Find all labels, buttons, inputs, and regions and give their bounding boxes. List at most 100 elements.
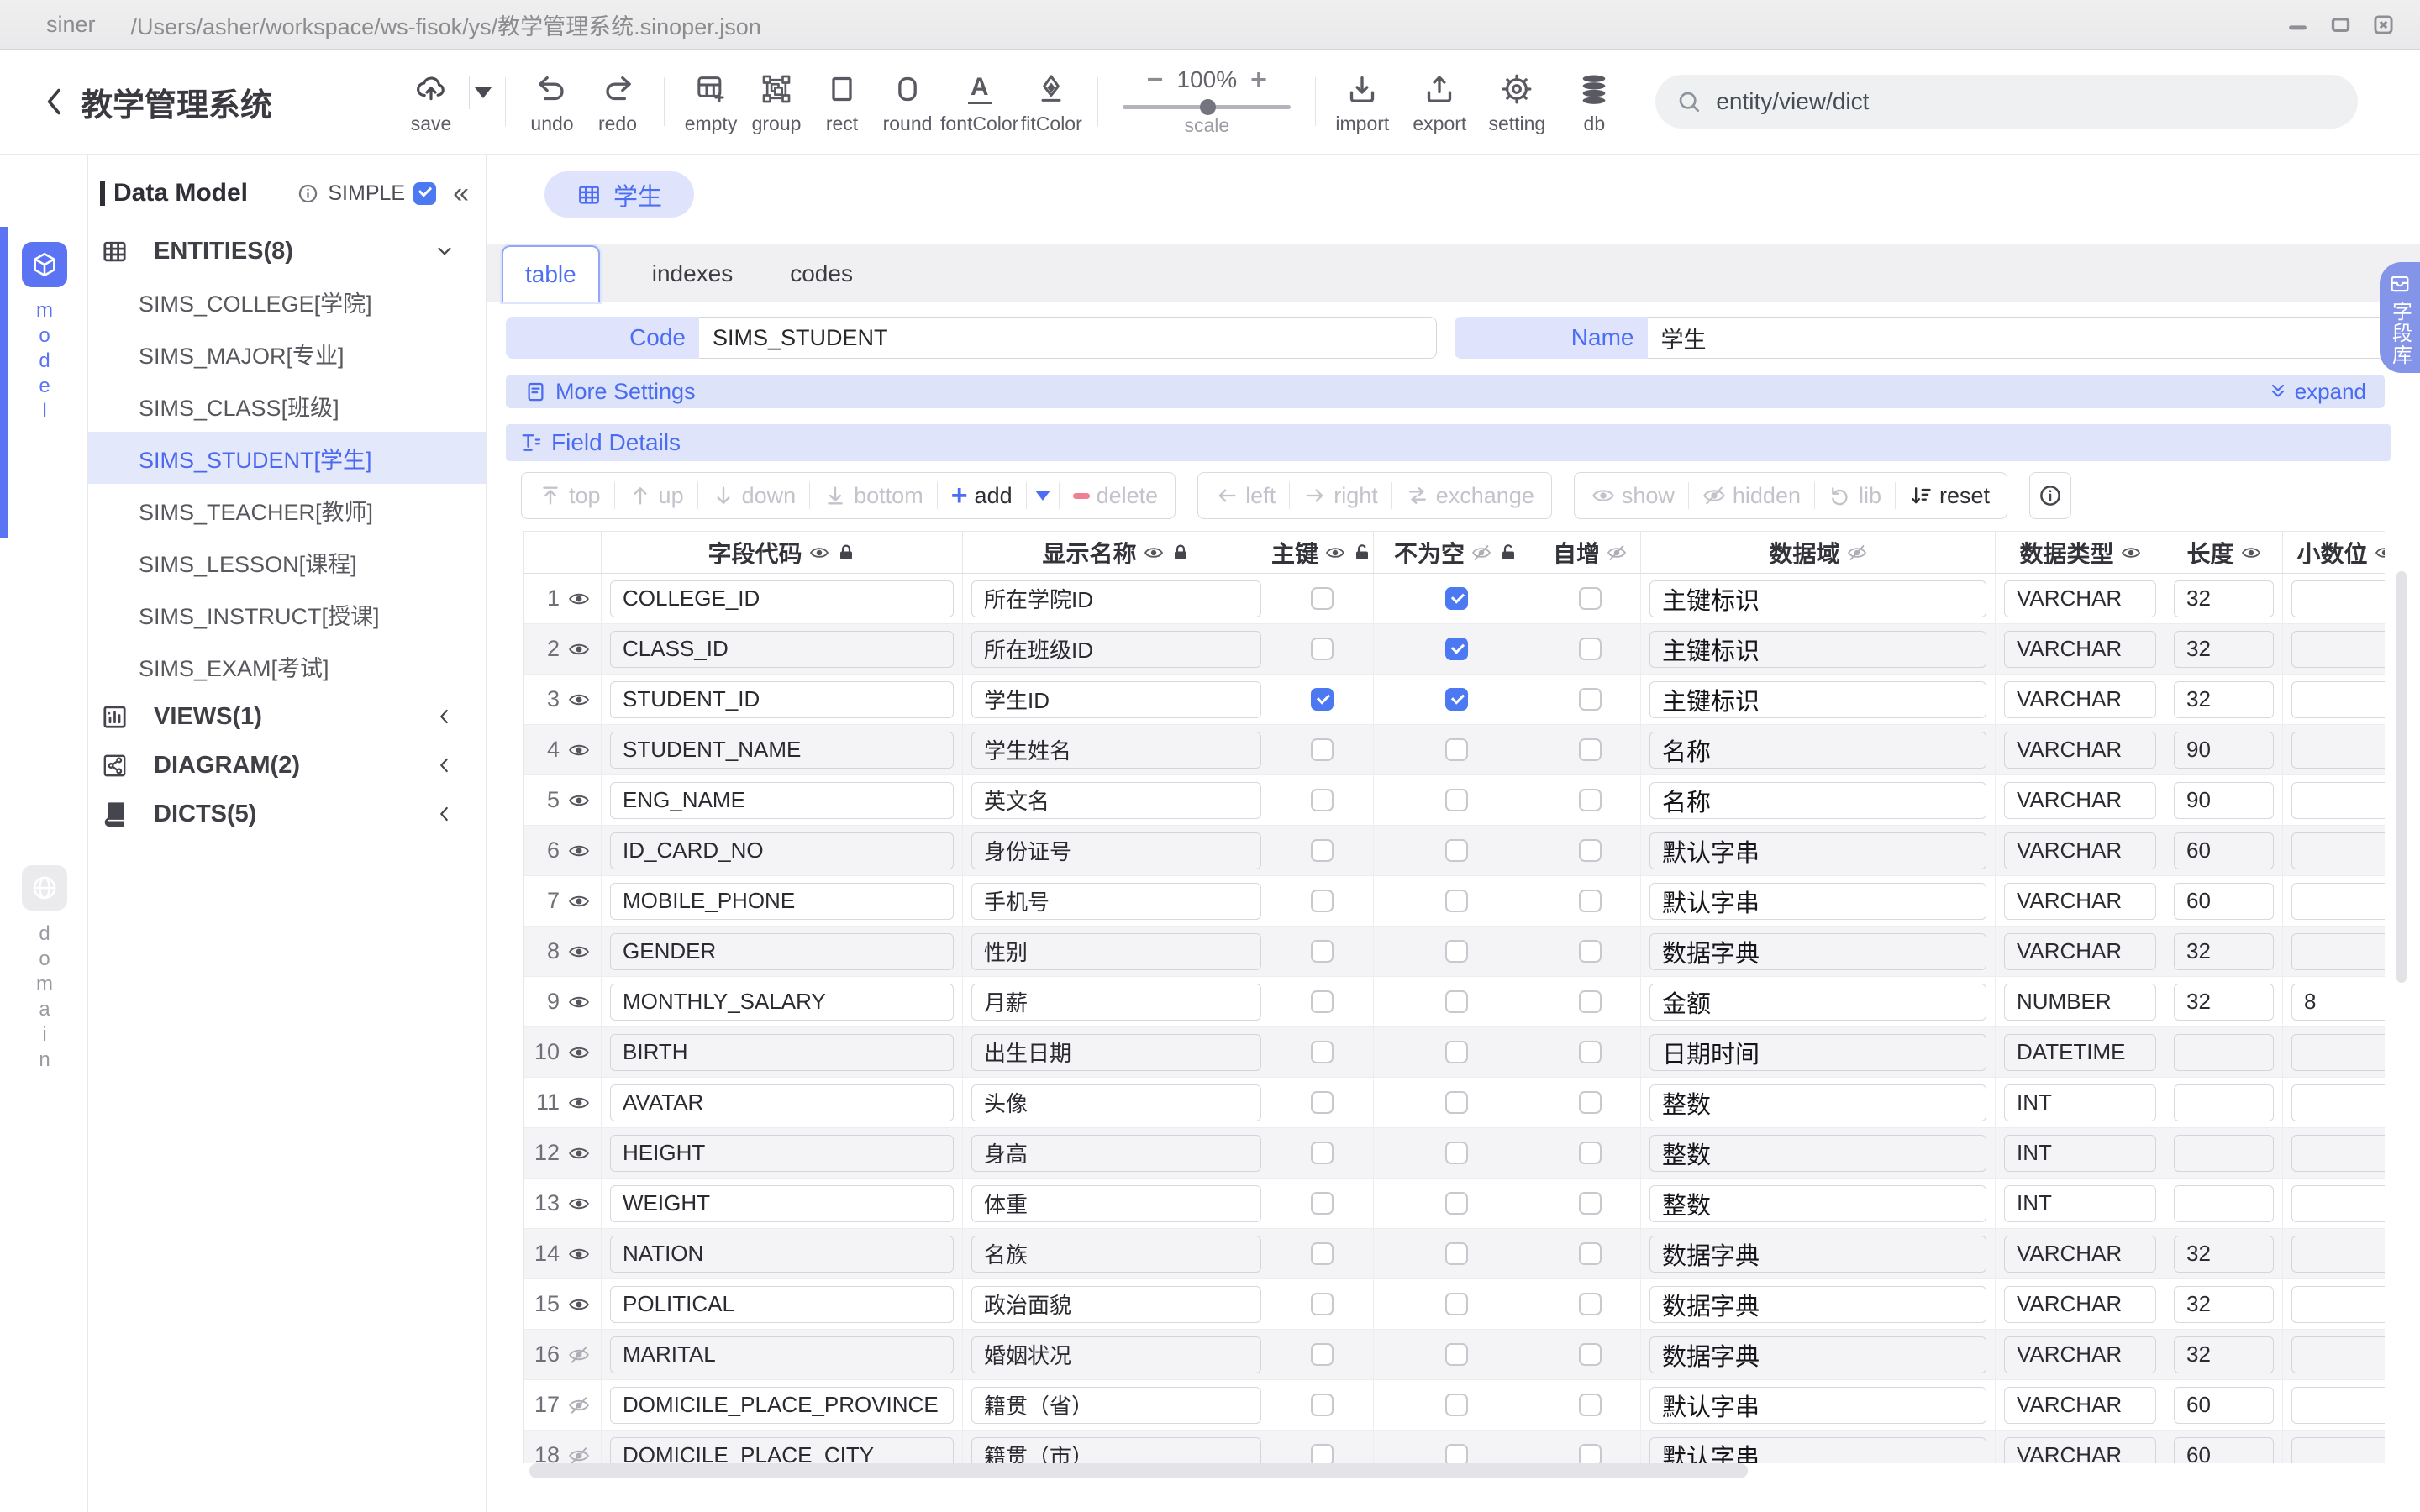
eye-icon[interactable] xyxy=(568,638,590,660)
eye-icon[interactable] xyxy=(568,890,590,912)
info-button[interactable] xyxy=(2029,472,2071,519)
checkbox[interactable] xyxy=(1579,1041,1602,1063)
eye-icon[interactable] xyxy=(568,1142,590,1164)
horizontal-scrollbar[interactable] xyxy=(529,1463,1748,1478)
checkbox[interactable] xyxy=(1311,1192,1334,1215)
sidebar-item-sims_exam[interactable]: SIMS_EXAM[考试] xyxy=(88,640,486,692)
checkbox[interactable] xyxy=(1311,688,1334,711)
fitColor-button[interactable]: fitColor xyxy=(1018,69,1084,135)
slider-knob[interactable] xyxy=(1200,99,1216,115)
field-library-tab[interactable]: 字段库 xyxy=(2380,262,2420,373)
code-input[interactable]: SIMS_STUDENT xyxy=(699,317,1437,359)
checkbox[interactable] xyxy=(1311,1444,1334,1463)
checkbox[interactable] xyxy=(1579,1091,1602,1114)
checkbox[interactable] xyxy=(1579,1192,1602,1215)
info-icon[interactable] xyxy=(297,182,319,205)
checkbox[interactable] xyxy=(1445,587,1468,610)
checkbox[interactable] xyxy=(1311,990,1334,1013)
delete-button[interactable]: delete xyxy=(1060,483,1172,509)
eye-icon[interactable] xyxy=(568,1042,590,1063)
checkbox[interactable] xyxy=(1579,1242,1602,1265)
eyeoff-icon[interactable] xyxy=(1471,543,1491,563)
rail-item-model[interactable]: model xyxy=(0,242,88,425)
maximize-icon[interactable] xyxy=(2329,13,2352,36)
checkbox[interactable] xyxy=(1311,1142,1334,1164)
checkbox[interactable] xyxy=(1311,1242,1334,1265)
sidebar-item-sims_class[interactable]: SIMS_CLASS[班级] xyxy=(88,380,486,432)
tab-codes[interactable]: codes xyxy=(781,260,861,287)
show-button[interactable]: show xyxy=(1578,483,1688,509)
unlock-icon[interactable] xyxy=(1352,543,1372,563)
eye-icon[interactable] xyxy=(568,1243,590,1265)
top-button[interactable]: top xyxy=(525,483,614,509)
sidebar-item-sims_lesson[interactable]: SIMS_LESSON[课程] xyxy=(88,536,486,588)
checkbox[interactable] xyxy=(1579,839,1602,862)
checkbox[interactable] xyxy=(1445,1091,1468,1114)
eye-icon[interactable] xyxy=(568,1294,590,1315)
chevron-left-icon[interactable] xyxy=(434,706,455,727)
lock-icon[interactable] xyxy=(836,543,856,563)
checkbox[interactable] xyxy=(1579,1293,1602,1315)
checkbox[interactable] xyxy=(1579,638,1602,660)
eye-icon[interactable] xyxy=(1144,543,1164,563)
search-box[interactable] xyxy=(1655,75,2358,129)
down-button[interactable]: down xyxy=(698,483,810,509)
undo-button[interactable]: undo xyxy=(519,69,585,135)
checkbox[interactable] xyxy=(1445,1394,1468,1416)
chevron-left-icon[interactable] xyxy=(434,803,455,825)
up-button[interactable]: up xyxy=(615,483,697,509)
checkbox[interactable] xyxy=(1579,738,1602,761)
eye-icon[interactable] xyxy=(568,1092,590,1114)
eyeoff-icon[interactable] xyxy=(1607,543,1627,563)
checkbox[interactable] xyxy=(1311,638,1334,660)
eye-icon[interactable] xyxy=(1325,543,1345,563)
search-input[interactable] xyxy=(1716,88,2304,115)
chevron-left-icon[interactable] xyxy=(434,754,455,776)
entity-tab-student[interactable]: 学生 xyxy=(544,171,694,218)
checkbox[interactable] xyxy=(1311,1041,1334,1063)
sidebar-section-diagram-2[interactable]: DIAGRAM(2) xyxy=(88,741,486,790)
sidebar-item-sims_major[interactable]: SIMS_MAJOR[专业] xyxy=(88,328,486,380)
bottom-button[interactable]: bottom xyxy=(810,483,937,509)
eye-icon[interactable] xyxy=(568,689,590,711)
hidden-button[interactable]: hidden xyxy=(1689,483,1814,509)
round-button[interactable]: round xyxy=(875,69,940,135)
checkbox[interactable] xyxy=(1445,1293,1468,1315)
checkbox[interactable] xyxy=(1445,990,1468,1013)
lib-button[interactable]: lib xyxy=(1815,483,1895,509)
sidebar-section-views-1[interactable]: VIEWS(1) xyxy=(88,692,486,741)
left-button[interactable]: left xyxy=(1202,483,1289,509)
close-icon[interactable] xyxy=(2372,13,2395,36)
checkbox[interactable] xyxy=(1579,1444,1602,1463)
chevron-down-icon[interactable] xyxy=(434,240,455,262)
checkbox[interactable] xyxy=(1311,1343,1334,1366)
checkbox[interactable] xyxy=(1445,890,1468,912)
eye-icon[interactable] xyxy=(568,739,590,761)
rect-button[interactable]: rect xyxy=(809,69,875,135)
checkbox[interactable] xyxy=(1445,789,1468,811)
checkbox[interactable] xyxy=(1445,1192,1468,1215)
simple-mode-checkbox[interactable] xyxy=(413,182,436,205)
eye-off-icon[interactable] xyxy=(568,1344,590,1366)
checkbox[interactable] xyxy=(1445,1444,1468,1463)
checkbox[interactable] xyxy=(1579,1142,1602,1164)
sidebar-item-sims_college[interactable]: SIMS_COLLEGE[学院] xyxy=(88,276,486,328)
checkbox[interactable] xyxy=(1579,789,1602,811)
back-button[interactable] xyxy=(40,83,69,120)
eye-icon[interactable] xyxy=(568,991,590,1013)
eye-icon[interactable] xyxy=(568,840,590,862)
checkbox[interactable] xyxy=(1311,1091,1334,1114)
checkbox[interactable] xyxy=(1311,789,1334,811)
checkbox[interactable] xyxy=(1311,839,1334,862)
sidebar-section-entities-8[interactable]: ENTITIES(8) xyxy=(88,227,486,276)
tab-table[interactable]: table xyxy=(502,245,600,302)
sidebar-section-dicts-5[interactable]: DICTS(5) xyxy=(88,790,486,838)
vertical-scrollbar[interactable] xyxy=(2396,571,2407,983)
checkbox[interactable] xyxy=(1445,1343,1468,1366)
fontColor-button[interactable]: AfontColor xyxy=(940,69,1018,135)
sidebar-item-sims_teacher[interactable]: SIMS_TEACHER[教师] xyxy=(88,484,486,536)
eye-icon[interactable] xyxy=(568,1193,590,1215)
setting-button[interactable]: setting xyxy=(1484,69,1549,135)
checkbox[interactable] xyxy=(1445,688,1468,711)
save-button[interactable]: save xyxy=(398,69,492,135)
